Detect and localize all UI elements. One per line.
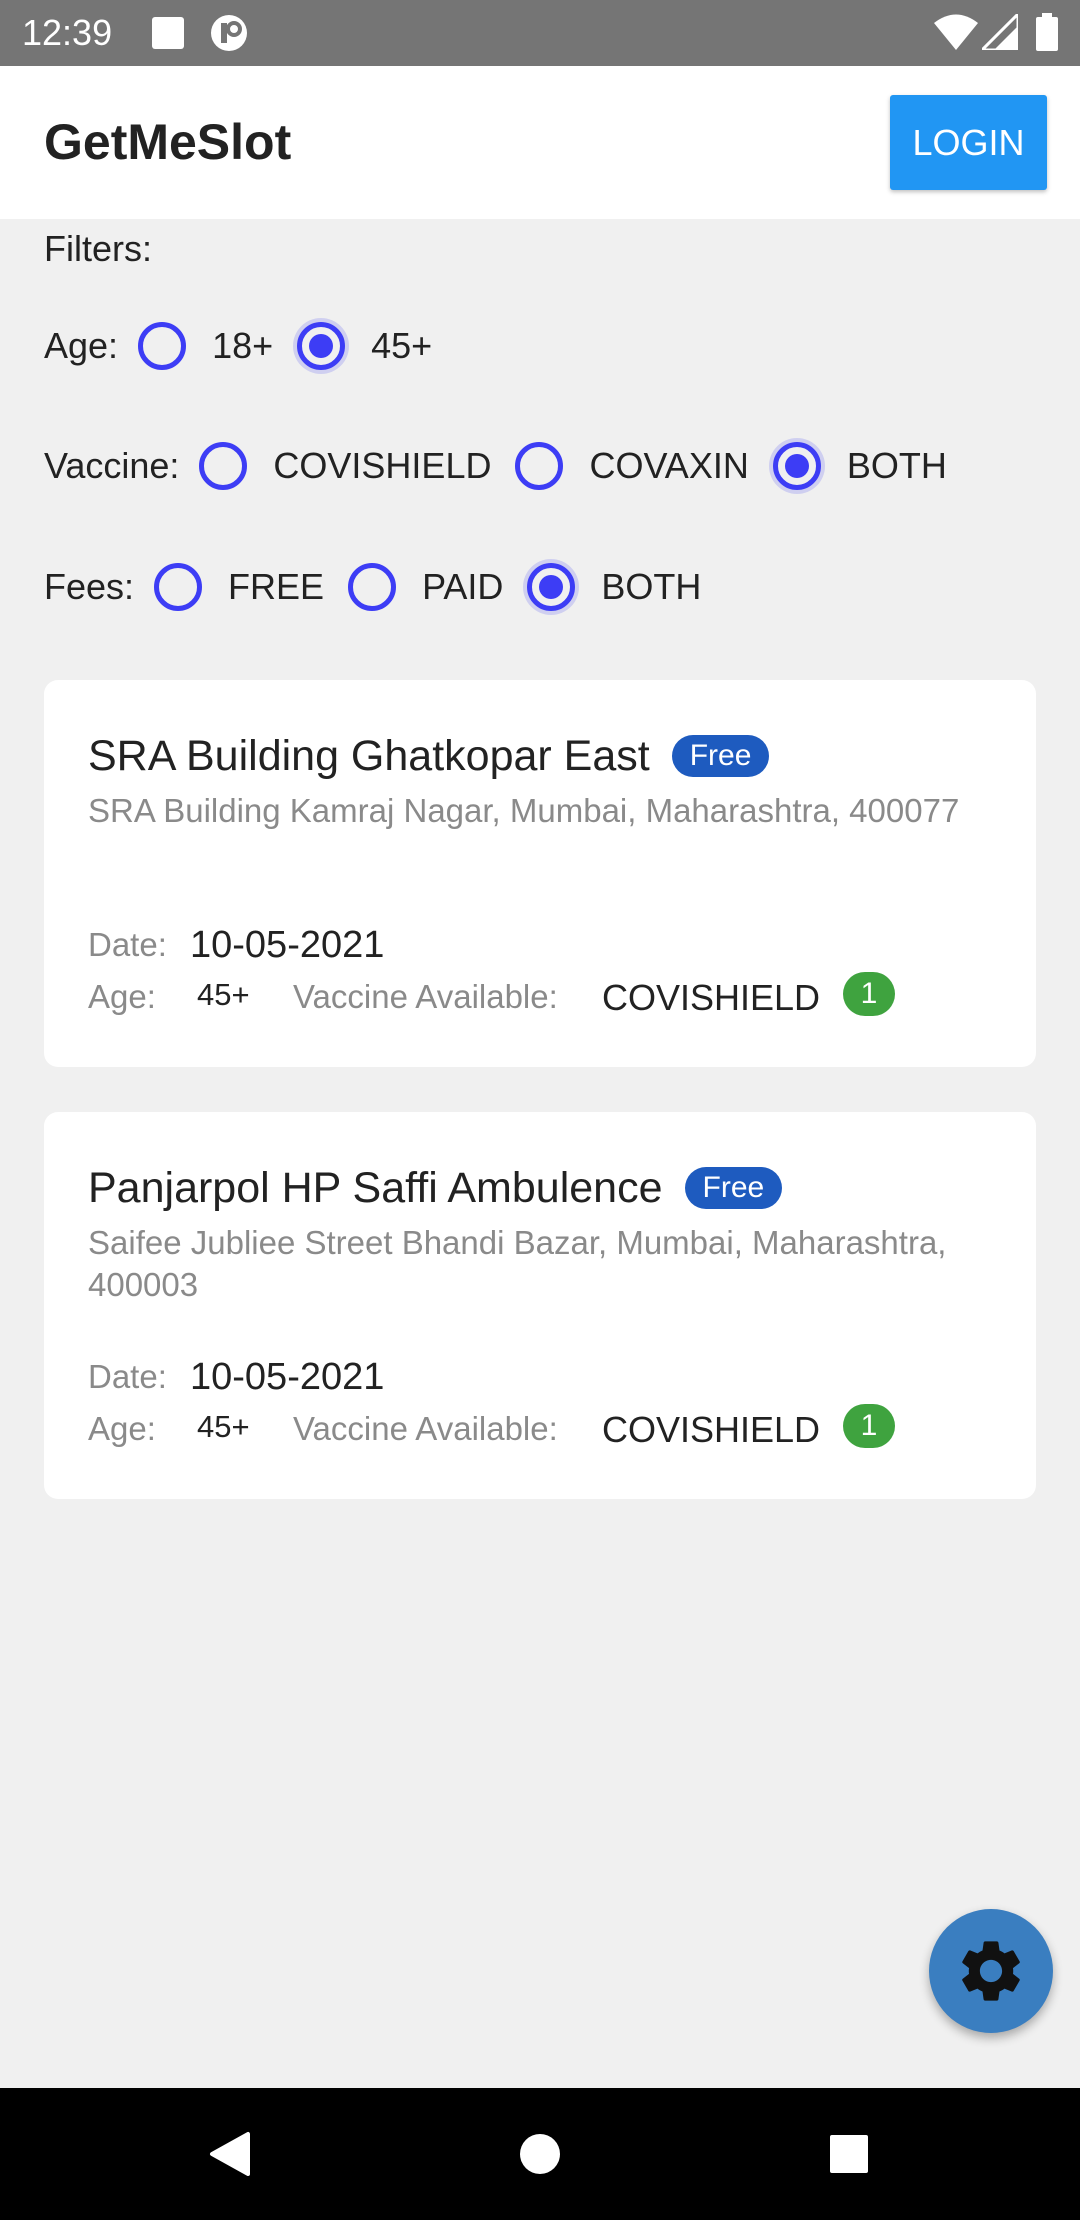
center-address: Saifee Jubliee Street Bhandi Bazar, Mumb… bbox=[88, 1224, 947, 1303]
status-time: 12:39 bbox=[22, 12, 113, 53]
fees-filter-label: Fees: bbox=[44, 566, 135, 607]
center-name-row: Panjarpol HP Saffi Ambulence Free bbox=[88, 1162, 783, 1214]
radio-button-checked[interactable] bbox=[297, 322, 346, 370]
age-option-45[interactable]: 45+ bbox=[297, 322, 432, 370]
center-name: Panjarpol HP Saffi Ambulence bbox=[88, 1164, 663, 1212]
radio-button-checked[interactable] bbox=[527, 563, 576, 611]
radio-button[interactable] bbox=[348, 563, 397, 611]
navigation-bar bbox=[0, 2088, 1080, 2220]
date-value: 10-05-2021 bbox=[190, 1356, 385, 1398]
age-label: Age: bbox=[88, 978, 156, 1015]
signal-icon bbox=[982, 14, 1018, 50]
wifi-icon bbox=[934, 14, 978, 50]
app-notification-icon bbox=[211, 15, 247, 51]
radio-button[interactable] bbox=[154, 563, 203, 611]
fees-filter: Fees: FREE PAID BOTH bbox=[44, 557, 725, 617]
radio-label: BOTH bbox=[601, 566, 702, 607]
vaccine-option-covishield[interactable]: COVISHIELD bbox=[199, 442, 491, 490]
filters-label: Filters: bbox=[44, 228, 152, 269]
radio-label: 18+ bbox=[212, 325, 274, 366]
square-notification-icon bbox=[152, 17, 184, 49]
age-option-18[interactable]: 18+ bbox=[138, 322, 273, 370]
radio-label: 45+ bbox=[371, 325, 433, 366]
vaccine-option-both[interactable]: BOTH bbox=[772, 442, 947, 490]
vaccine-available-label: Vaccine Available: bbox=[293, 978, 558, 1015]
fee-badge: Free bbox=[671, 735, 770, 777]
gear-icon bbox=[962, 1941, 1020, 2001]
center-card[interactable]: Panjarpol HP Saffi Ambulence Free Saifee… bbox=[44, 1112, 1036, 1499]
vaccine-filter: Vaccine: COVISHIELD COVAXIN BOTH bbox=[44, 436, 971, 496]
vaccine-option-covaxin[interactable]: COVAXIN bbox=[515, 442, 749, 490]
radio-label: PAID bbox=[422, 566, 504, 607]
available-count-badge: 1 bbox=[843, 972, 895, 1016]
vaccine-available-label: Vaccine Available: bbox=[293, 1410, 558, 1447]
date-label: Date: bbox=[88, 1358, 167, 1395]
center-name-row: SRA Building Ghatkopar East Free bbox=[88, 730, 770, 782]
app-title: GetMeSlot bbox=[44, 114, 292, 170]
vaccine-value: COVISHIELD bbox=[602, 1409, 821, 1450]
radio-button[interactable] bbox=[138, 322, 187, 370]
age-filter-label: Age: bbox=[44, 325, 119, 366]
fees-option-both[interactable]: BOTH bbox=[527, 563, 701, 611]
age-value: 45+ bbox=[197, 1409, 250, 1444]
center-address: SRA Building Kamraj Nagar, Mumbai, Mahar… bbox=[88, 792, 960, 829]
age-filter: Age: 18+ 45+ bbox=[44, 316, 456, 376]
status-bar: 12:39 bbox=[0, 0, 1080, 66]
fees-option-paid[interactable]: PAID bbox=[348, 563, 503, 611]
radio-label: COVAXIN bbox=[589, 445, 749, 486]
home-button[interactable] bbox=[480, 2088, 600, 2220]
fee-badge: Free bbox=[684, 1167, 783, 1209]
available-count-badge: 1 bbox=[843, 1404, 895, 1448]
radio-button-checked[interactable] bbox=[772, 442, 821, 490]
radio-label: BOTH bbox=[846, 445, 947, 486]
date-label: Date: bbox=[88, 926, 167, 963]
radio-label: COVISHIELD bbox=[273, 445, 492, 486]
age-value: 45+ bbox=[197, 977, 250, 1012]
center-name: SRA Building Ghatkopar East bbox=[88, 732, 650, 780]
recents-button[interactable] bbox=[790, 2088, 910, 2220]
age-label: Age: bbox=[88, 1410, 156, 1447]
battery-icon bbox=[1036, 13, 1058, 51]
back-button[interactable] bbox=[166, 2088, 286, 2220]
settings-fab[interactable] bbox=[929, 1909, 1053, 2033]
radio-button[interactable] bbox=[199, 442, 248, 490]
back-icon bbox=[210, 2132, 250, 2176]
radio-button[interactable] bbox=[515, 442, 564, 490]
radio-label: FREE bbox=[228, 566, 325, 607]
recents-icon bbox=[830, 2135, 868, 2173]
fees-option-free[interactable]: FREE bbox=[154, 563, 324, 611]
app-bar: GetMeSlot LOGIN bbox=[0, 66, 1080, 219]
login-button[interactable]: LOGIN bbox=[890, 95, 1047, 190]
vaccine-value: COVISHIELD bbox=[602, 977, 821, 1018]
vaccine-filter-label: Vaccine: bbox=[44, 445, 180, 486]
center-card[interactable]: SRA Building Ghatkopar East Free SRA Bui… bbox=[44, 680, 1036, 1067]
date-value: 10-05-2021 bbox=[190, 924, 385, 966]
home-icon bbox=[520, 2134, 560, 2174]
